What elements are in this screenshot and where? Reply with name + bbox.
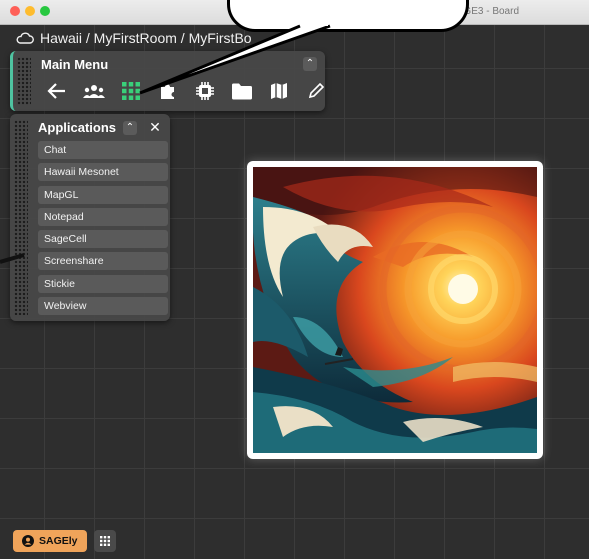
- user-menu-button[interactable]: SAGEly: [13, 530, 87, 552]
- apps-grid-button[interactable]: [94, 530, 116, 552]
- grid-icon: [100, 536, 110, 546]
- user-icon: [22, 535, 34, 547]
- callout-pointer: [0, 22, 331, 264]
- user-label: SAGEly: [39, 535, 78, 547]
